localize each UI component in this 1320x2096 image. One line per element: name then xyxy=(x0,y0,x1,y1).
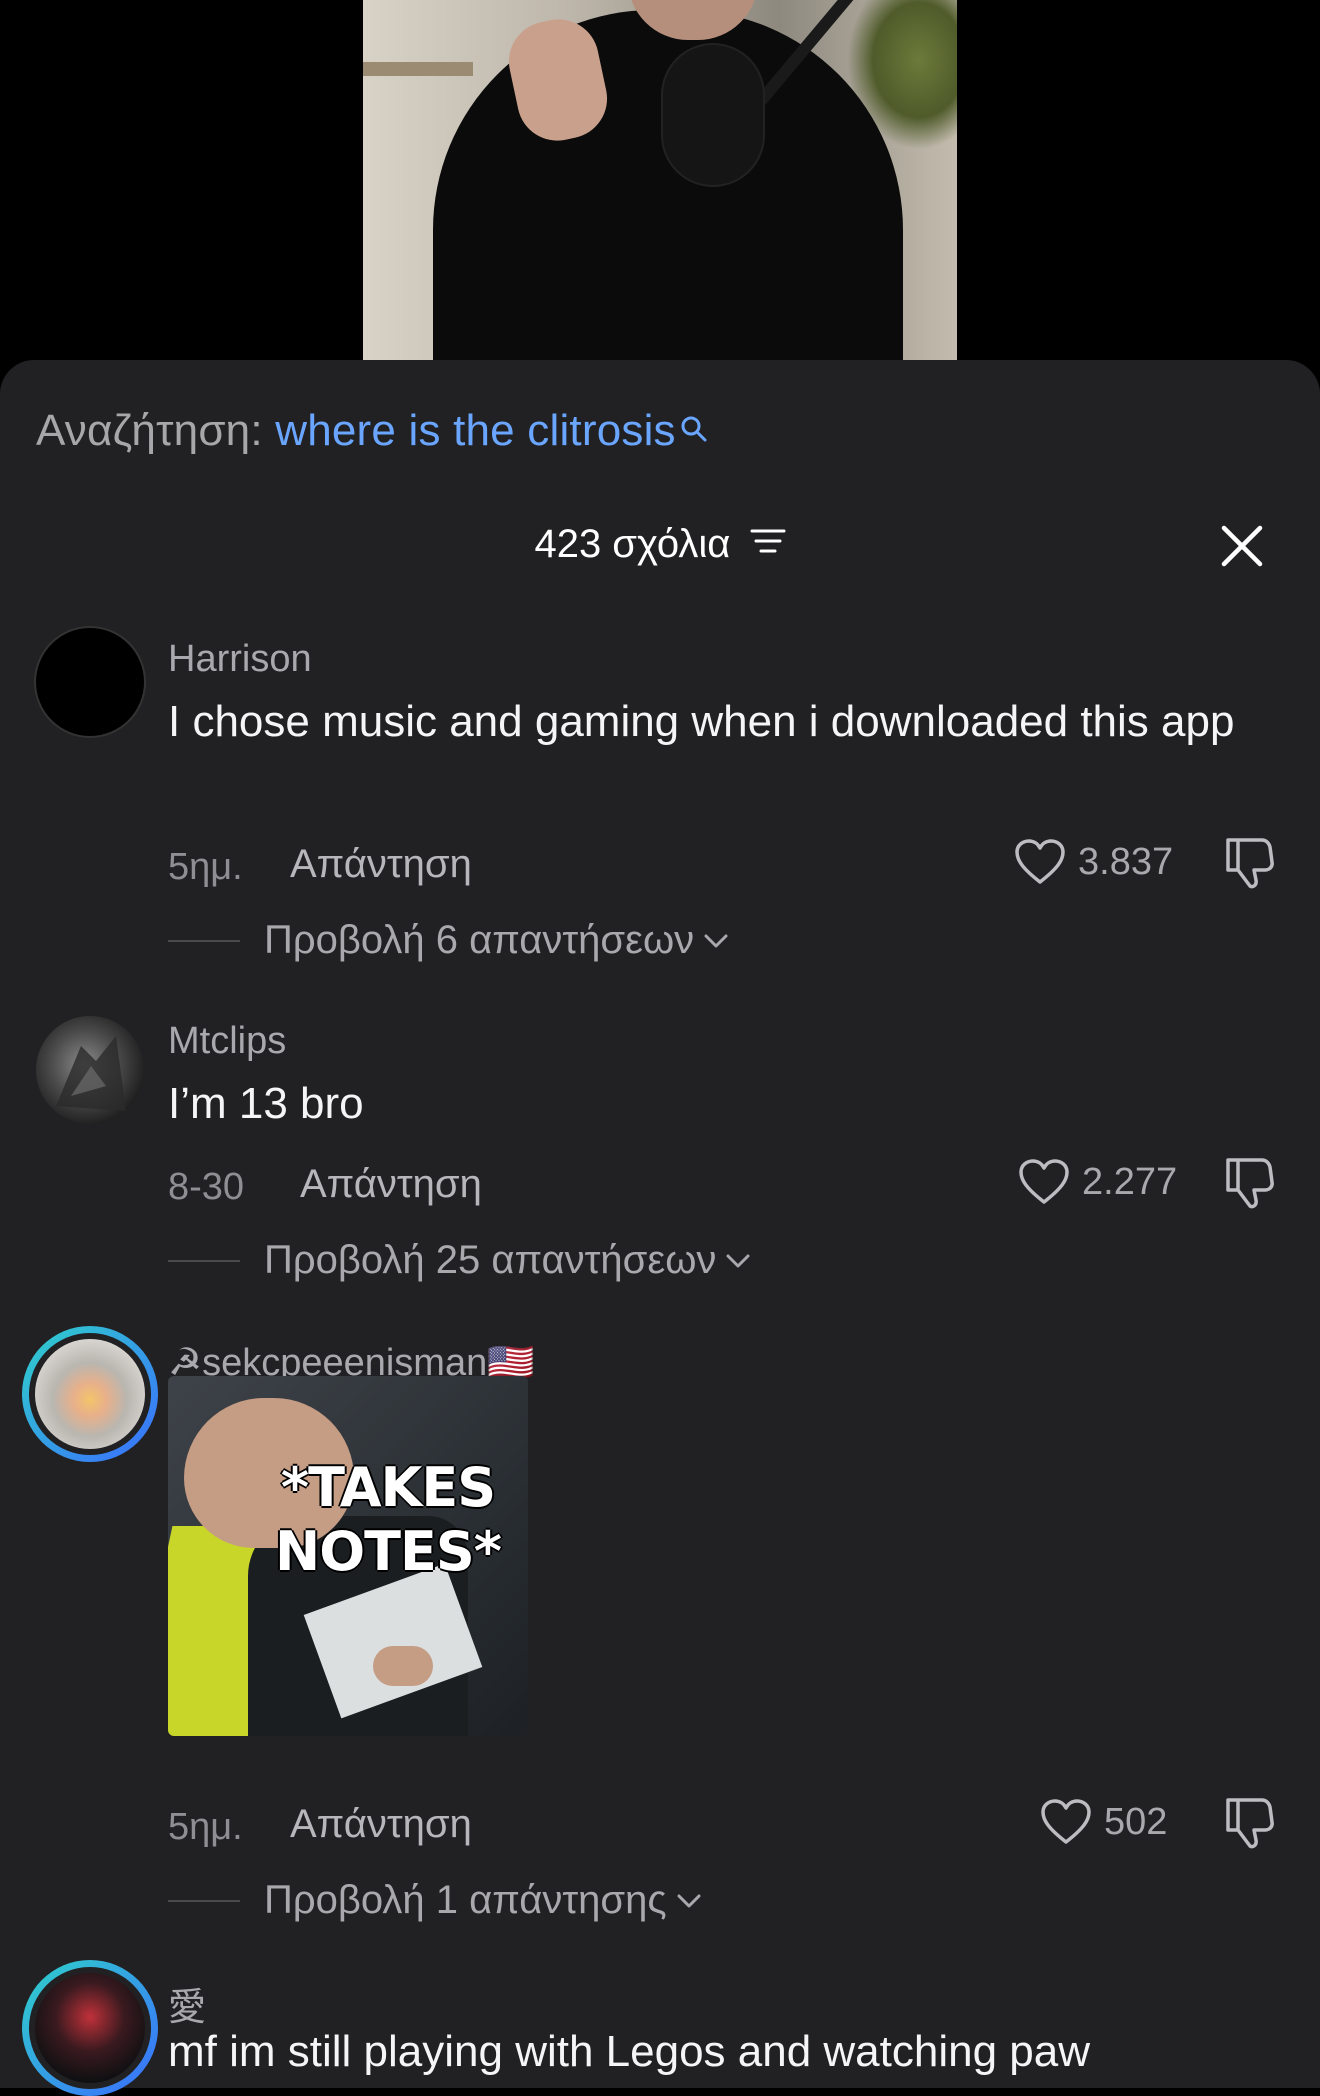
avatar xyxy=(35,1973,145,2083)
gif-caption: *TAKES NOTES* xyxy=(275,1456,502,1583)
comments-count: 423 σχόλια xyxy=(534,522,731,566)
view-replies-label: Προβολή 1 απάντησης xyxy=(264,1878,667,1922)
like-count: 3.837 xyxy=(1078,840,1174,883)
like-count: 2.277 xyxy=(1082,1160,1178,1203)
comments-header: 423 σχόλια xyxy=(0,522,1320,567)
chevron-down-icon xyxy=(704,934,728,947)
replies-divider-line xyxy=(168,939,240,942)
avatar[interactable] xyxy=(36,628,144,736)
comments-sheet: Αναζήτηση: where is the clitrosis 423 σχ… xyxy=(0,360,1320,2096)
search-suggestion[interactable]: Αναζήτηση: where is the clitrosis xyxy=(36,406,708,456)
gif-hand xyxy=(373,1646,433,1686)
search-icon xyxy=(680,404,708,454)
avatar-story-ring[interactable] xyxy=(22,1960,158,2096)
like-button[interactable]: 2.277 xyxy=(1018,1158,1177,1206)
comment-text: mf im still playing with Legos and watch… xyxy=(168,2027,1091,2076)
heart-icon xyxy=(1041,1799,1091,1844)
video-microphone xyxy=(663,45,763,185)
comment-time: 5ημ. xyxy=(168,846,243,888)
comment-username[interactable]: Mtclips xyxy=(168,1020,286,1063)
video-preview[interactable] xyxy=(363,0,957,360)
search-prefix: Αναζήτηση: xyxy=(36,406,263,455)
avatar[interactable] xyxy=(36,1016,144,1124)
view-replies-label: Προβολή 6 απαντήσεων xyxy=(264,918,695,962)
dislike-icon[interactable] xyxy=(1222,834,1274,889)
avatar xyxy=(35,1339,145,1449)
video-shelf xyxy=(363,62,473,76)
like-button[interactable]: 3.837 xyxy=(1014,838,1173,886)
heart-icon xyxy=(1019,1159,1069,1204)
gif-attachment[interactable]: *TAKES NOTES* xyxy=(168,1376,528,1736)
avatar-story-ring[interactable] xyxy=(22,1326,158,1462)
like-button[interactable]: 502 xyxy=(1040,1798,1167,1846)
comment-username[interactable]: Harrison xyxy=(168,638,312,681)
comment-time: 5ημ. xyxy=(168,1806,243,1848)
replies-divider-line xyxy=(168,1259,240,1262)
like-count: 502 xyxy=(1104,1800,1168,1843)
dislike-icon[interactable] xyxy=(1222,1794,1274,1849)
sort-filter-icon[interactable] xyxy=(750,521,786,566)
comment-time: 8-30 xyxy=(168,1166,245,1208)
view-replies-button[interactable]: Προβολή 1 απάντησης xyxy=(168,1878,703,1923)
comment-text: I chose music and gaming when i download… xyxy=(168,697,1235,746)
view-replies-label: Προβολή 25 απαντήσεων xyxy=(264,1238,717,1282)
replies-divider-line xyxy=(168,1899,240,1902)
close-icon[interactable] xyxy=(1218,522,1266,570)
heart-icon xyxy=(1015,839,1065,884)
search-term-link[interactable]: where is the clitrosis xyxy=(275,406,676,455)
reply-button[interactable]: Απάντηση xyxy=(290,1802,472,1847)
comment-text: I’m 13 bro xyxy=(168,1079,364,1128)
reply-button[interactable]: Απάντηση xyxy=(290,842,472,887)
view-replies-button[interactable]: Προβολή 6 απαντήσεων xyxy=(168,918,730,963)
chevron-down-icon xyxy=(677,1894,701,1907)
reply-button[interactable]: Απάντηση xyxy=(300,1162,482,1207)
chevron-down-icon xyxy=(726,1254,750,1267)
dislike-icon[interactable] xyxy=(1222,1154,1274,1209)
view-replies-button[interactable]: Προβολή 25 απαντήσεων xyxy=(168,1238,752,1283)
